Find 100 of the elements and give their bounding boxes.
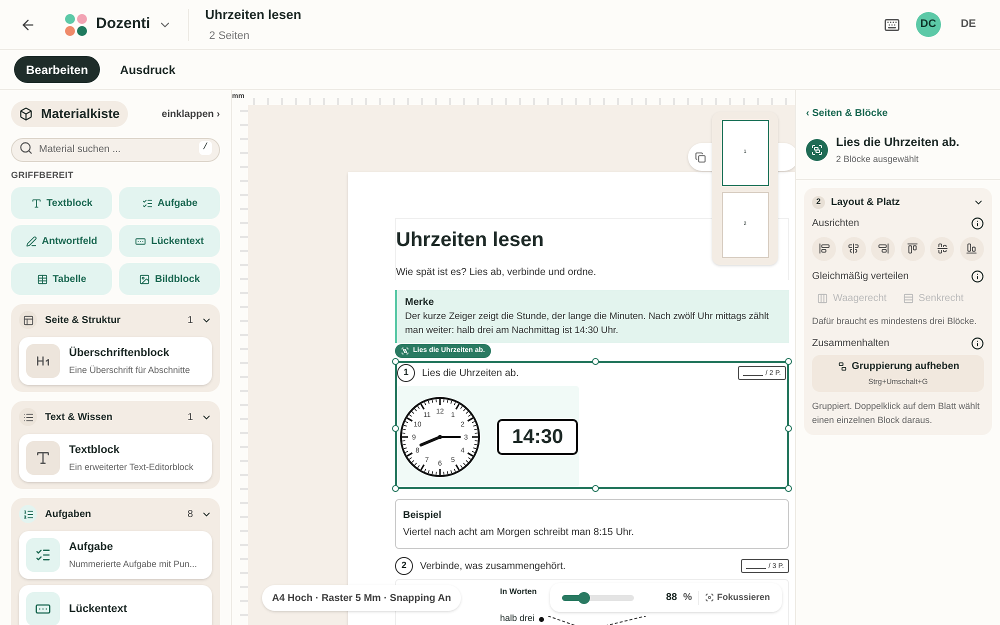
block-type-icon xyxy=(30,198,42,208)
worksheet-title: Uhrzeiten lesen xyxy=(396,228,545,253)
block-title: Aufgabe xyxy=(69,540,114,555)
task-text: Lies die Uhrzeiten ab. xyxy=(422,366,520,380)
group-glyph-icon xyxy=(811,144,823,156)
align-button[interactable] xyxy=(900,236,925,260)
zoom-slider[interactable] xyxy=(562,594,634,600)
quick-add-button[interactable]: Antwortfeld xyxy=(11,225,112,257)
section-title[interactable]: Layout & Platz xyxy=(831,194,967,210)
block-type-icon xyxy=(26,236,37,246)
align-button[interactable] xyxy=(842,236,866,260)
category-count: 1 xyxy=(187,314,193,328)
align-button[interactable] xyxy=(871,236,896,260)
task-number: 2 xyxy=(395,557,413,575)
block-description: Nummerierte Aufgabe mit Pun... xyxy=(69,558,198,571)
option-label: Gleichmäßig verteilen xyxy=(812,270,909,284)
block-type-icon xyxy=(135,236,146,246)
focus-icon xyxy=(704,593,714,602)
block-type-icon xyxy=(142,198,152,208)
quick-add-button[interactable]: Aufgabe xyxy=(119,187,220,219)
block-title: Überschriftenblock xyxy=(69,346,170,361)
note-text: Der kurze Zeiger zeigt die Stunde, der lange die Minuten. Nach zwölf Uhr mittags zählt man weiter: halb drei am Nachmittag ist 14:30 Uhr. xyxy=(405,310,770,338)
resize-handle[interactable] xyxy=(785,425,792,432)
resize-handle[interactable] xyxy=(392,358,399,365)
align-icon xyxy=(878,243,889,254)
status-pill: A4 Hoch · Raster 5 Mm · Snapping An xyxy=(262,585,462,611)
distribute-icon xyxy=(817,292,828,304)
note-title: Merke xyxy=(405,296,435,310)
align-icon xyxy=(936,243,948,254)
worksheet-intro: Wie spät ist es? Lies ab, verbinde und ordne. xyxy=(396,266,598,280)
tab[interactable]: Bearbeiten xyxy=(14,56,100,83)
selection-subtitle: 2 Blöcke ausgewählt xyxy=(836,153,920,166)
example-title: Beispiel xyxy=(403,509,442,523)
quick-add-button[interactable]: Tabelle xyxy=(11,263,112,295)
document-title: Uhrzeiten lesen xyxy=(205,6,302,24)
zoom-value[interactable]: 88 xyxy=(653,590,678,605)
resize-handle[interactable] xyxy=(785,485,792,492)
hint-text: Dafür braucht es mindestens drei Blöcke. xyxy=(812,314,978,328)
column-title: In Worten xyxy=(500,586,537,598)
group-icon xyxy=(401,347,409,355)
match-item: halb drei xyxy=(500,612,535,625)
info-icon[interactable] xyxy=(971,270,984,282)
collapse-link[interactable]: einklappen › xyxy=(162,106,220,122)
selection-title: Lies die Uhrzeiten ab. xyxy=(836,134,960,151)
keyboard-button[interactable] xyxy=(884,16,900,32)
resize-handle[interactable] xyxy=(392,425,399,432)
resize-handle[interactable] xyxy=(592,485,599,492)
section-number: 2 xyxy=(812,196,825,208)
resize-handle[interactable] xyxy=(392,485,399,492)
category-glyph-icon xyxy=(22,508,34,520)
align-icon xyxy=(907,243,918,254)
user-avatar[interactable]: DC xyxy=(916,12,941,37)
block-item[interactable]: Lückentext xyxy=(19,585,212,625)
block-item[interactable]: Textblock Ein erweiterter Text-Editorblock xyxy=(19,434,212,482)
tab[interactable]: Ausdruck xyxy=(108,56,188,83)
focus-button[interactable]: Fokussieren xyxy=(704,590,770,604)
keyboard-icon xyxy=(884,16,900,32)
option-label: Ausrichten xyxy=(812,216,860,230)
example-text: Viertel nach acht am Morgen schreibt man 8:15 Uhr. xyxy=(403,526,636,540)
resize-handle[interactable] xyxy=(592,358,599,365)
digital-clock: 14:30 xyxy=(497,418,578,454)
block-type-icon xyxy=(36,274,48,284)
section-label: GRIFFBEREIT xyxy=(11,168,74,182)
resize-handle[interactable] xyxy=(785,358,792,365)
task-number: 1 xyxy=(397,364,415,382)
search-icon xyxy=(19,141,33,155)
brand-name: Dozenti xyxy=(96,14,150,34)
block-title: Textblock xyxy=(69,443,121,458)
align-button[interactable] xyxy=(930,236,954,260)
slider-thumb[interactable] xyxy=(578,592,590,604)
align-button[interactable] xyxy=(812,236,836,260)
back-link[interactable]: ‹ Seiten & Blöcke xyxy=(806,106,888,121)
align-button[interactable] xyxy=(960,236,984,260)
task-text: Verbinde, was zusammengehört. xyxy=(420,560,567,574)
block-item[interactable]: Aufgabe Nummerierte Aufgabe mit Pun... xyxy=(19,531,212,579)
block-description: Ein erweiterter Text-Editorblock xyxy=(69,460,194,474)
copy-button[interactable] xyxy=(695,152,706,162)
info-icon[interactable] xyxy=(971,216,984,230)
info-icon[interactable] xyxy=(971,337,984,350)
category-title[interactable]: Aufgaben xyxy=(45,506,180,522)
block-glyph-icon xyxy=(35,547,51,563)
block-item[interactable]: Überschriftenblock Eine Überschrift für Abschnitte xyxy=(19,337,212,385)
block-description: Eine Überschrift für Abschnitte xyxy=(69,364,190,376)
page-count: 2 Seiten xyxy=(209,29,251,44)
align-icon xyxy=(966,243,978,254)
copy-icon xyxy=(695,152,706,162)
language-button[interactable]: DE xyxy=(960,16,976,33)
category-title[interactable]: Text & Wissen xyxy=(45,410,180,424)
category-count: 1 xyxy=(187,410,193,424)
block-glyph-icon xyxy=(35,450,51,466)
ungroup-icon xyxy=(836,361,848,372)
distribute-icon xyxy=(902,292,914,304)
category-title[interactable]: Seite & Struktur xyxy=(45,312,180,328)
box-icon xyxy=(19,107,33,121)
quick-add-button[interactable]: Bildblock xyxy=(119,263,220,295)
category-glyph-icon xyxy=(22,314,34,326)
quick-add-button[interactable]: Textblock xyxy=(11,187,112,219)
quick-add-button[interactable]: Lückentext xyxy=(119,225,220,257)
block-title: Lückentext xyxy=(69,602,128,617)
logo-icon xyxy=(64,12,88,36)
